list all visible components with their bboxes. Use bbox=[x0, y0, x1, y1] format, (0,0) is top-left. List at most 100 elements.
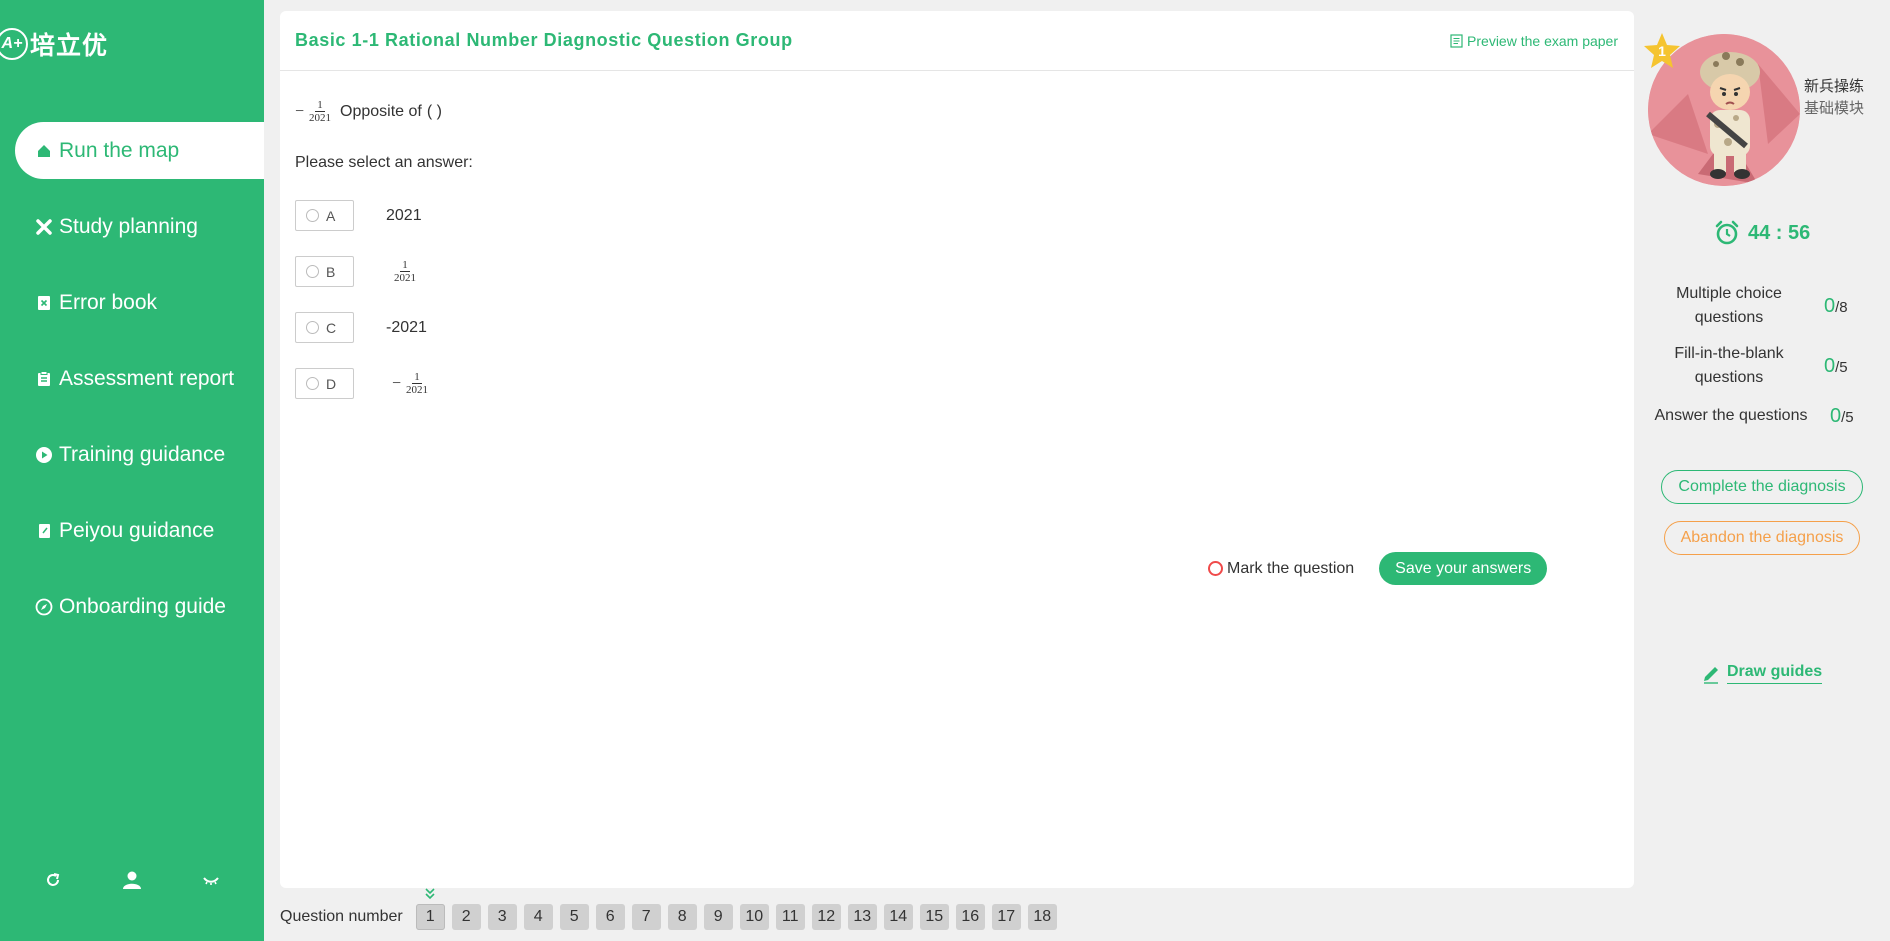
question-number-button[interactable]: 1 bbox=[415, 904, 445, 930]
option-b: B 1 2021 bbox=[295, 256, 421, 287]
option-c-value: -2021 bbox=[386, 318, 427, 336]
stat-label: Answer the questions bbox=[1654, 407, 1808, 424]
sidebar-item-label: Run the map bbox=[59, 138, 180, 162]
question-number-button[interactable]: 8 bbox=[667, 904, 697, 930]
sidebar-item-onboarding-guide[interactable]: Onboarding guide bbox=[15, 578, 264, 635]
preview-exam-link[interactable]: Preview the exam paper bbox=[1450, 33, 1618, 49]
logo: A+ 培立优 bbox=[0, 26, 108, 62]
option-a-radio[interactable]: A bbox=[295, 200, 354, 231]
question-number-button[interactable]: 11 bbox=[775, 904, 805, 930]
pencil-icon bbox=[1704, 666, 1718, 684]
level-star-icon: 1 bbox=[1644, 33, 1680, 68]
preview-link-label: Preview the exam paper bbox=[1467, 32, 1618, 49]
stat-label: Fill-in-the-blank questions bbox=[1674, 345, 1784, 386]
option-a: A 2021 bbox=[295, 200, 422, 231]
question-number-button[interactable]: 14 bbox=[883, 904, 913, 930]
draw-guides-link[interactable]: Draw guides bbox=[1701, 663, 1823, 684]
option-d-radio[interactable]: D bbox=[295, 368, 354, 399]
logo-text: 培立优 bbox=[30, 32, 109, 60]
answer-prompt: Please select an answer: bbox=[295, 154, 473, 171]
stat-done: 0 bbox=[1824, 354, 1836, 377]
question-number-button[interactable]: 2 bbox=[451, 904, 481, 930]
option-letter: B bbox=[326, 263, 336, 280]
question-number-button[interactable]: 13 bbox=[847, 904, 877, 930]
radio-icon bbox=[306, 377, 319, 390]
abandon-diagnosis-button[interactable]: Abandon the diagnosis bbox=[1664, 521, 1860, 555]
option-c-radio[interactable]: C bbox=[295, 312, 354, 343]
sidebar-item-training-guidance[interactable]: Training guidance bbox=[15, 426, 264, 483]
clipboard-icon bbox=[35, 370, 53, 388]
question-number-button[interactable]: 9 bbox=[703, 904, 733, 930]
question-number-button[interactable]: 16 bbox=[955, 904, 985, 930]
fraction-numerator: 1 bbox=[412, 370, 422, 384]
stat-fill-in-blank: Fill-in-the-blank questions 0/5 bbox=[1644, 342, 1884, 390]
question-number-bar: Question number 1 2 3 4 5 6 7 8 9 10 11 12 13 14 15 16 1… bbox=[280, 888, 1064, 930]
sidebar-item-label: Study planning bbox=[59, 214, 198, 238]
option-c: C -2021 bbox=[295, 312, 427, 343]
stat-answer-questions: Answer the questions 0/5 bbox=[1636, 404, 1876, 428]
stat-value: 0/5 bbox=[1824, 355, 1848, 378]
question-number-button[interactable]: 17 bbox=[991, 904, 1021, 930]
question-number-button[interactable]: 4 bbox=[523, 904, 553, 930]
sidebar-item-label: Peiyou guidance bbox=[59, 518, 215, 542]
rank-title: 新兵操练 bbox=[1804, 77, 1865, 95]
fraction-denominator: 2021 bbox=[394, 272, 416, 284]
sidebar-item-error-book[interactable]: Error book bbox=[15, 274, 264, 331]
draw-guides-label: Draw guides bbox=[1727, 663, 1823, 684]
sidebar-item-study-planning[interactable]: Study planning bbox=[15, 198, 264, 255]
sidebar-item-assessment-report[interactable]: Assessment report bbox=[15, 350, 264, 407]
stat-total: /5 bbox=[1835, 358, 1848, 376]
mark-label: Mark the question bbox=[1227, 559, 1355, 577]
rank-info: 新兵操练 基础模块 bbox=[1804, 75, 1864, 119]
error-book-icon bbox=[35, 294, 53, 312]
question-number-button[interactable]: 5 bbox=[559, 904, 589, 930]
logo-badge: A+ bbox=[0, 28, 28, 60]
mark-question-toggle[interactable]: Mark the question bbox=[1208, 560, 1354, 578]
stat-done: 0 bbox=[1824, 294, 1836, 317]
fraction-numerator: 1 bbox=[400, 258, 410, 272]
question-stem: − 1 2021 Opposite of ( ) bbox=[295, 99, 442, 124]
question-number-button[interactable]: 3 bbox=[487, 904, 517, 930]
complete-diagnosis-button[interactable]: Complete the diagnosis bbox=[1661, 470, 1863, 504]
sidebar-item-peiyou-guidance[interactable]: Peiyou guidance bbox=[15, 502, 264, 559]
radio-icon bbox=[306, 265, 319, 278]
stat-value: 0/8 bbox=[1824, 295, 1848, 318]
refresh-icon[interactable] bbox=[42, 869, 64, 891]
rank-subtitle: 基础模块 bbox=[1804, 99, 1865, 117]
save-answers-button[interactable]: Save your answers bbox=[1379, 552, 1548, 585]
option-d-fraction: 1 2021 bbox=[404, 371, 430, 396]
sidebar-bottom-bar bbox=[0, 869, 264, 891]
timer-value: 44 : 56 bbox=[1748, 221, 1811, 244]
question-text: Opposite of bbox=[340, 102, 422, 120]
collapse-icon[interactable] bbox=[200, 869, 222, 891]
panel-header: Basic 1-1 Rational Number Diagnostic Que… bbox=[280, 11, 1634, 71]
note-icon bbox=[35, 522, 53, 540]
user-icon[interactable] bbox=[121, 869, 143, 891]
question-fraction: 1 2021 bbox=[307, 99, 333, 124]
sidebar-item-label: Assessment report bbox=[59, 366, 235, 390]
compass-icon bbox=[35, 598, 53, 616]
question-number-button[interactable]: 15 bbox=[919, 904, 949, 930]
stat-done: 0 bbox=[1830, 404, 1842, 427]
question-actions: Mark the question Save your answers bbox=[1208, 552, 1548, 585]
question-number-button[interactable]: 12 bbox=[811, 904, 841, 930]
fraction-numerator: 1 bbox=[315, 99, 325, 113]
sidebar-item-label: Training guidance bbox=[59, 442, 226, 466]
question-number-button[interactable]: 18 bbox=[1027, 904, 1057, 930]
alarm-clock-icon bbox=[1715, 220, 1739, 245]
tools-icon bbox=[35, 218, 53, 236]
option-letter: A bbox=[326, 207, 336, 224]
option-letter: D bbox=[326, 375, 337, 392]
stat-label: Multiple choice questions bbox=[1676, 285, 1782, 326]
question-number-button[interactable]: 10 bbox=[739, 904, 769, 930]
option-d-neg-sign: − bbox=[392, 374, 402, 392]
question-number-button[interactable]: 7 bbox=[631, 904, 661, 930]
stat-multiple-choice: Multiple choice questions 0/8 bbox=[1644, 282, 1884, 330]
option-letter: C bbox=[326, 319, 337, 336]
sidebar-item-run-the-map[interactable]: Run the map bbox=[15, 122, 264, 179]
question-panel: Basic 1-1 Rational Number Diagnostic Que… bbox=[280, 11, 1634, 888]
option-b-radio[interactable]: B bbox=[295, 256, 354, 287]
page-title: Basic 1-1 Rational Number Diagnostic Que… bbox=[295, 30, 793, 50]
stat-total: /5 bbox=[1841, 408, 1854, 426]
question-number-button[interactable]: 6 bbox=[595, 904, 625, 930]
